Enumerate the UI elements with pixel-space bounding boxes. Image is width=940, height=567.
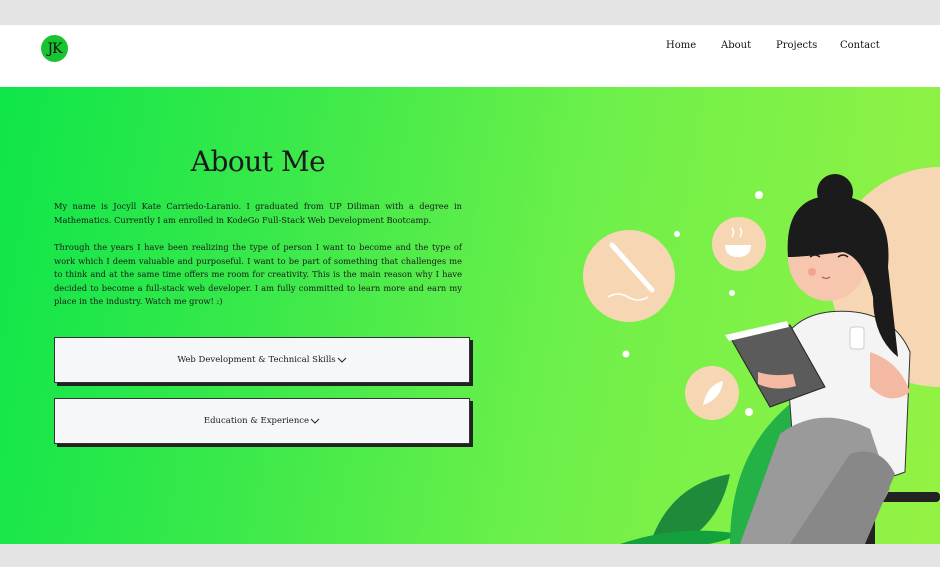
page-title: About Me bbox=[190, 145, 326, 178]
chevron-down-icon bbox=[310, 418, 320, 424]
reading-girl-illustration bbox=[583, 167, 940, 544]
logo[interactable]: JK bbox=[41, 35, 68, 62]
about-section: About Me My name is Jocyll Kate Carriedo… bbox=[0, 87, 940, 544]
accordion-skills[interactable]: Web Development & Technical Skills bbox=[54, 337, 470, 383]
tea-bubble bbox=[712, 217, 766, 271]
logo-text: JK bbox=[47, 40, 62, 57]
about-paragraph-1: My name is Jocyll Kate Carriedo-Laranio.… bbox=[54, 201, 462, 225]
nav-link-projects[interactable]: Projects bbox=[776, 40, 817, 51]
nav-link-about[interactable]: About bbox=[721, 40, 751, 51]
nav-link-contact[interactable]: Contact bbox=[840, 40, 880, 51]
about-paragraph-2: Through the years I have been realizing … bbox=[54, 242, 462, 307]
accordion-education[interactable]: Education & Experience bbox=[54, 398, 470, 444]
accordion-education-label: Education & Experience bbox=[203, 416, 310, 426]
browser-bottom-margin bbox=[0, 544, 940, 567]
browser-top-margin bbox=[0, 0, 940, 25]
navbar: JK bbox=[0, 25, 940, 87]
nav-link-home[interactable]: Home bbox=[666, 40, 696, 51]
pencil-bubble bbox=[583, 230, 675, 322]
chevron-down-icon bbox=[337, 357, 347, 363]
accordion-skills-label: Web Development & Technical Skills bbox=[177, 355, 336, 365]
